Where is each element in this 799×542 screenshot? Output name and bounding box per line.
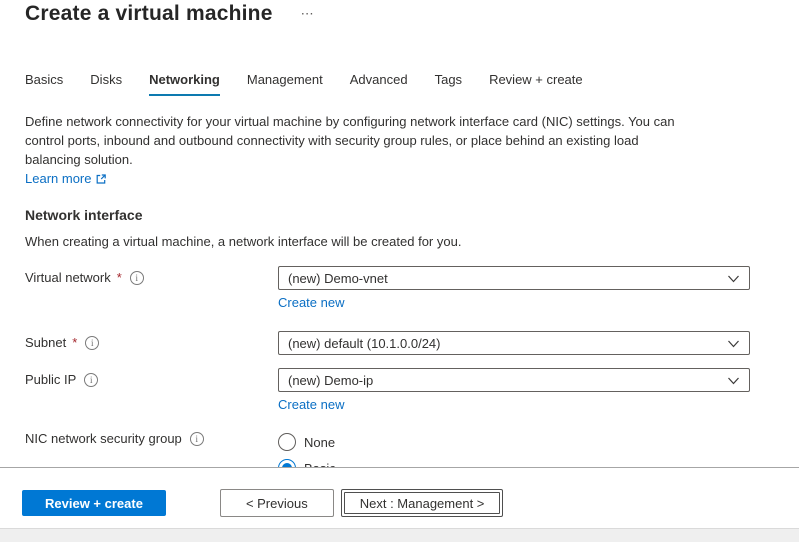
- public-ip-create-new-link[interactable]: Create new: [278, 397, 344, 412]
- subnet-value: (new) default (10.1.0.0/24): [288, 336, 440, 351]
- next-management-button[interactable]: Next : Management >: [344, 492, 501, 514]
- info-icon[interactable]: [84, 373, 98, 387]
- more-options-button[interactable]: ⋯: [301, 6, 315, 22]
- nic-nsg-option-basic[interactable]: Basic: [278, 455, 750, 467]
- blade-header: Create a virtual machine ⋯: [25, 2, 799, 26]
- public-ip-row: Public IP (new) Demo-ip Create new: [25, 368, 799, 414]
- public-ip-label: Public IP: [25, 372, 76, 387]
- public-ip-value: (new) Demo-ip: [288, 373, 373, 388]
- tab-basics[interactable]: Basics: [25, 72, 63, 96]
- nic-nsg-label-group: NIC network security group: [25, 427, 278, 446]
- chevron-down-icon: [727, 374, 740, 387]
- subnet-row: Subnet * (new) default (10.1.0.0/24): [25, 331, 799, 355]
- subnet-label-group: Subnet *: [25, 331, 278, 350]
- public-ip-label-group: Public IP: [25, 368, 278, 387]
- subnet-label: Subnet: [25, 335, 66, 350]
- section-description: When creating a virtual machine, a netwo…: [25, 234, 799, 249]
- tab-review-create[interactable]: Review + create: [489, 72, 583, 96]
- spacer: [25, 312, 799, 331]
- virtual-network-label: Virtual network: [25, 270, 111, 285]
- nic-nsg-row: NIC network security group None Basic Ad…: [25, 427, 799, 467]
- bottom-strip: [0, 528, 799, 542]
- public-ip-select[interactable]: (new) Demo-ip: [278, 368, 750, 392]
- footer-bar: Review + create < Previous Next : Manage…: [0, 468, 799, 542]
- tab-management[interactable]: Management: [247, 72, 323, 96]
- spacer: [25, 355, 799, 368]
- networking-tab-content: Create a virtual machine ⋯ Basics Disks …: [0, 0, 799, 467]
- tab-disks[interactable]: Disks: [90, 72, 122, 96]
- info-icon[interactable]: [190, 432, 204, 446]
- info-icon[interactable]: [130, 271, 144, 285]
- tab-bar: Basics Disks Networking Management Advan…: [25, 72, 799, 96]
- subnet-control: (new) default (10.1.0.0/24): [278, 331, 750, 355]
- chevron-down-icon: [727, 337, 740, 350]
- create-vm-blade: Create a virtual machine ⋯ Basics Disks …: [0, 0, 799, 542]
- nic-nsg-option-none-label: None: [304, 435, 335, 450]
- network-interface-form: Virtual network * (new) Demo-vnet Create …: [25, 266, 799, 467]
- virtual-network-value: (new) Demo-vnet: [288, 271, 388, 286]
- public-ip-control: (new) Demo-ip Create new: [278, 368, 750, 414]
- virtual-network-label-group: Virtual network *: [25, 266, 278, 285]
- chevron-down-icon: [727, 272, 740, 285]
- next-button-focus-ring: Next : Management >: [341, 489, 504, 517]
- learn-more-link[interactable]: Learn more: [25, 171, 107, 186]
- page-title: Create a virtual machine: [25, 2, 273, 26]
- info-icon[interactable]: [85, 336, 99, 350]
- learn-more-label: Learn more: [25, 171, 91, 186]
- spacer: [25, 414, 799, 427]
- tab-advanced[interactable]: Advanced: [350, 72, 408, 96]
- virtual-network-select[interactable]: (new) Demo-vnet: [278, 266, 750, 290]
- intro-text: Define network connectivity for your vir…: [25, 112, 687, 169]
- radio-selected-icon: [278, 459, 296, 467]
- nic-nsg-radio-group: None Basic Advanced: [278, 427, 750, 467]
- required-asterisk: *: [117, 270, 122, 285]
- nic-nsg-option-none[interactable]: None: [278, 429, 750, 455]
- tab-networking[interactable]: Networking: [149, 72, 220, 96]
- section-title: Network interface: [25, 207, 799, 223]
- nic-nsg-label: NIC network security group: [25, 431, 182, 446]
- required-asterisk: *: [72, 335, 77, 350]
- tab-tags[interactable]: Tags: [435, 72, 462, 96]
- virtual-network-control: (new) Demo-vnet Create new: [278, 266, 750, 312]
- footer-buttons: Review + create < Previous Next : Manage…: [22, 489, 799, 517]
- previous-button[interactable]: < Previous: [220, 489, 334, 517]
- review-create-button[interactable]: Review + create: [22, 490, 166, 516]
- virtual-network-create-new-link[interactable]: Create new: [278, 295, 344, 310]
- subnet-select[interactable]: (new) default (10.1.0.0/24): [278, 331, 750, 355]
- radio-unselected-icon: [278, 433, 296, 451]
- external-link-icon: [95, 173, 107, 185]
- virtual-network-row: Virtual network * (new) Demo-vnet Create …: [25, 266, 799, 312]
